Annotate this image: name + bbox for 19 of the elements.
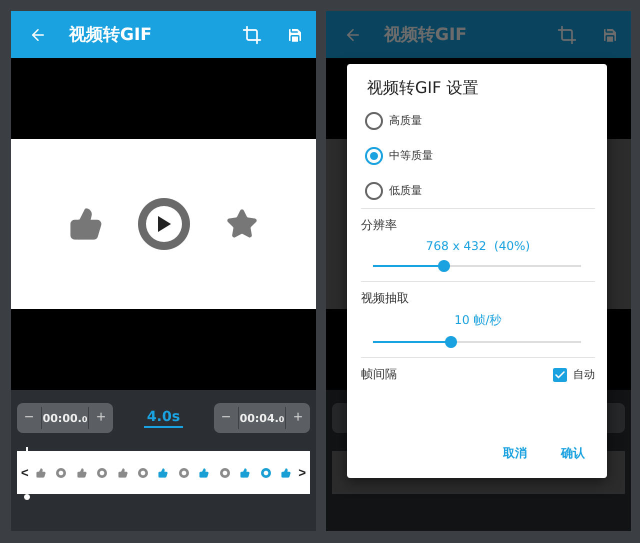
frame-rate-label: 视频抽取 [361,290,410,307]
dialog-title: 视频转GIF 设置 [366,78,480,99]
minus-button[interactable]: − [17,403,41,433]
app-title: 视频转GIF [69,24,153,46]
resolution-reading: 768 x 432 (40%) [424,238,532,253]
app-title: 视频转GIF [384,24,468,46]
frame-interval-label: 帧间隔 [361,366,397,383]
resolution-label: 分辨率 [361,217,398,234]
frame-rate-reading: 10 帧/秒 [453,312,503,329]
quality-radio[interactable]: 高质量 [361,103,595,138]
plus-button[interactable]: + [286,403,310,433]
auto-checkbox[interactable]: 自动 [553,367,595,382]
duration-link[interactable]: 4.0s [144,408,184,428]
minus-button[interactable]: − [214,403,238,433]
quality-radio[interactable]: 中等质量 [361,138,595,173]
quality-radio[interactable]: 低质量 [361,173,595,208]
dialog-button[interactable]: 确认 [555,441,591,466]
dialog-button[interactable]: 取消 [497,441,533,466]
plus-button[interactable]: + [89,403,113,433]
